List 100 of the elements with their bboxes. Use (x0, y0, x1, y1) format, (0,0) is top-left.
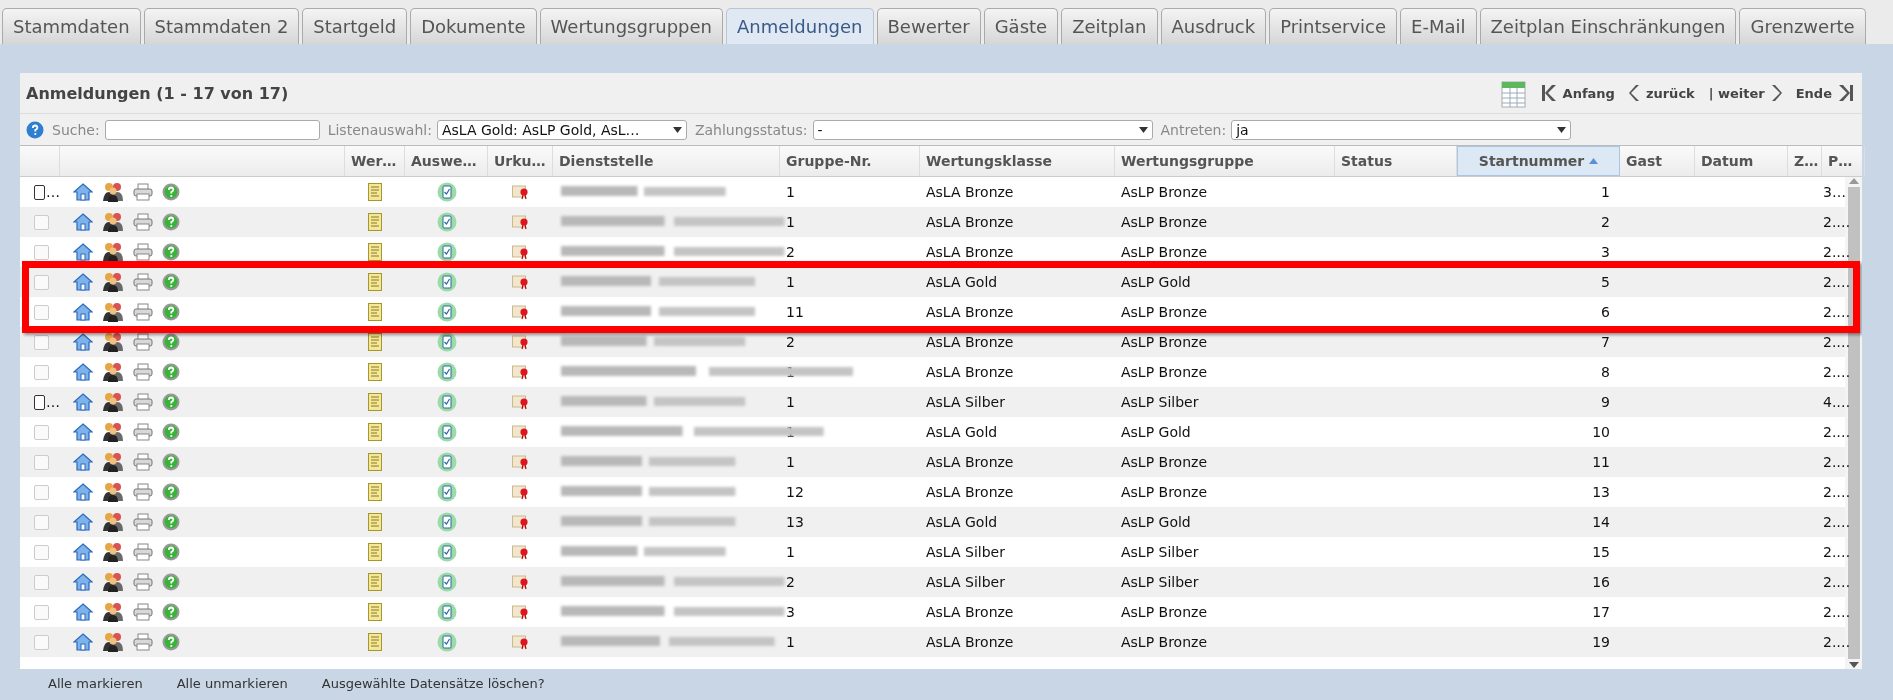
table-cell-text: AsLA Gold (925, 274, 999, 290)
tab[interactable]: Wertungsgruppen (539, 8, 724, 44)
table-cell-text: 7 (1600, 334, 1611, 350)
table-cell-text: AsLA Bronze (925, 364, 1015, 380)
footer-link[interactable]: Ausgewählte Datensätze löschen? (321, 676, 545, 691)
filter-label: Suche: (52, 121, 100, 138)
table-cell-text: AsLP Bronze (1120, 334, 1209, 350)
table-cell-text: 2.… (1822, 574, 1852, 590)
filter-label: Zahlungsstatus: (694, 121, 808, 138)
column-header[interactable]: Wertungsgruppe (1115, 146, 1335, 176)
column-header[interactable]: Z… (1788, 146, 1822, 176)
tab[interactable]: Zeitplan (1061, 8, 1158, 44)
table-cell-text: AsLP Bronze (1120, 364, 1209, 380)
column-header[interactable]: Startnummer (1457, 146, 1620, 176)
tab[interactable]: Gäste (983, 8, 1059, 44)
table-cell-text: 2.… (1822, 214, 1852, 230)
table-cell-text: 3… (1822, 184, 1847, 200)
pager-link[interactable]: zurück (1645, 85, 1695, 101)
table-cell-text: AsLP Bronze (1120, 454, 1209, 470)
table-cell-text: 17 (1591, 604, 1611, 620)
table-cell-text: AsLP Bronze (1120, 304, 1209, 320)
filter-label: Antreten: (1160, 121, 1227, 138)
table-cell-text: 2.… (1822, 634, 1852, 650)
table-cell-text: 1 (785, 634, 796, 650)
table-cell-text: 2.… (1822, 514, 1852, 530)
table-cell-text: 14 (1591, 514, 1611, 530)
table-cell-text: AsLP Bronze (1120, 214, 1209, 230)
column-header[interactable]: Datum (1695, 146, 1788, 176)
table-cell-text: 2 (785, 334, 796, 350)
filter-dropdown[interactable]: ja (1231, 119, 1572, 140)
table-cell-text: 2.… (1822, 334, 1852, 350)
table-cell-text: AsLP Silber (1120, 544, 1200, 560)
table-cell-text: 10 (1591, 424, 1611, 440)
table-cell-text: AsLP Gold (1120, 274, 1192, 290)
table-cell-text: 2 (785, 244, 796, 260)
table-cell-text: 2 (1600, 214, 1611, 230)
pager-link[interactable]: Anfang (1562, 85, 1615, 101)
table-cell-text: 2.… (1822, 304, 1852, 320)
table-cell-text: AsLA Bronze (925, 634, 1015, 650)
tab[interactable]: Bewerter (876, 8, 981, 44)
tab[interactable]: Anmeldungen (726, 8, 874, 44)
column-header[interactable]: P… (1822, 146, 1865, 176)
table-cell-text: AsLA Gold (925, 514, 999, 530)
table-cell-text: 8 (1600, 364, 1611, 380)
filter-label: Listenauswahl: (327, 121, 432, 138)
checkbox-label: … (46, 394, 60, 410)
column-header[interactable]: Wertungsklasse (920, 146, 1115, 176)
column-header[interactable]: Dienststelle (553, 146, 780, 176)
tab[interactable]: Dokumente (410, 8, 537, 44)
table-cell-text: 2.… (1822, 604, 1852, 620)
table-cell-text: 11 (785, 304, 805, 320)
tab[interactable]: Startgeld (302, 8, 408, 44)
table-cell-text: 2 (785, 574, 796, 590)
table-cell-text: AsLP Silber (1120, 574, 1200, 590)
table-cell-text: 2.… (1822, 244, 1852, 260)
table-cell-text: 1 (785, 394, 796, 410)
tab[interactable]: Stammdaten 2 (143, 8, 300, 44)
filter-dropdown[interactable]: AsLA Gold: AsLP Gold, AsL… (436, 119, 687, 140)
table-cell-text: AsLA Silber (925, 394, 1006, 410)
table-cell-text: AsLA Bronze (925, 484, 1015, 500)
table-cell-text: 3 (785, 604, 796, 620)
footer-link[interactable]: Alle markieren (48, 676, 143, 691)
column-header[interactable]: Gast (1620, 146, 1695, 176)
pager-link[interactable]: | weiter (1708, 85, 1765, 101)
table-cell-text: 2.… (1822, 454, 1852, 470)
table-cell-text: 5 (1600, 274, 1611, 290)
table-cell-text: 2.… (1822, 364, 1852, 380)
table-cell-text: 3 (1600, 244, 1611, 260)
table-cell-text: 1 (785, 184, 796, 200)
tab[interactable]: Zeitplan Einschränkungen (1479, 8, 1737, 44)
table-cell-text: AsLA Silber (925, 574, 1006, 590)
table-cell-text: AsLA Bronze (925, 454, 1015, 470)
table-cell-text: AsLP Bronze (1120, 484, 1209, 500)
table-cell-text: AsLP Gold (1120, 514, 1192, 530)
tab[interactable]: Ausdruck (1160, 8, 1267, 44)
table-cell-text: 16 (1591, 574, 1611, 590)
table-cell-text: 12 (785, 484, 805, 500)
table-cell-text: 13 (1591, 484, 1611, 500)
filter-dropdown[interactable]: - (812, 119, 1153, 140)
table-cell-text: 1 (1600, 184, 1611, 200)
table-cell-text: AsLA Silber (925, 544, 1006, 560)
footer-link[interactable]: Alle unmarkieren (176, 676, 288, 691)
table-cell-text: AsLA Bronze (925, 214, 1015, 230)
table-cell-text: AsLP Silber (1120, 394, 1200, 410)
column-header[interactable]: Gruppe-Nr. (780, 146, 920, 176)
column-header[interactable]: Auswe… (405, 146, 488, 176)
tab[interactable]: Stammdaten (2, 8, 141, 44)
tab[interactable]: Grenzwerte (1739, 8, 1866, 44)
table-cell-text: AsLA Bronze (925, 244, 1015, 260)
table-cell-text: 19 (1591, 634, 1611, 650)
panel-title: Anmeldungen (1 - 17 von 17) (26, 83, 290, 103)
table-cell-text: AsLP Bronze (1120, 184, 1209, 200)
tab[interactable]: Printservice (1269, 8, 1398, 44)
tab[interactable]: E-Mail (1400, 8, 1477, 44)
pager-link[interactable]: Ende (1795, 85, 1832, 101)
table-cell-text: AsLP Bronze (1120, 634, 1209, 650)
table-cell-text: 4.… (1822, 394, 1852, 410)
column-header[interactable]: Wer… (345, 146, 405, 176)
column-header[interactable]: Urku… (488, 146, 553, 176)
table-cell-text: AsLA Bronze (925, 604, 1015, 620)
